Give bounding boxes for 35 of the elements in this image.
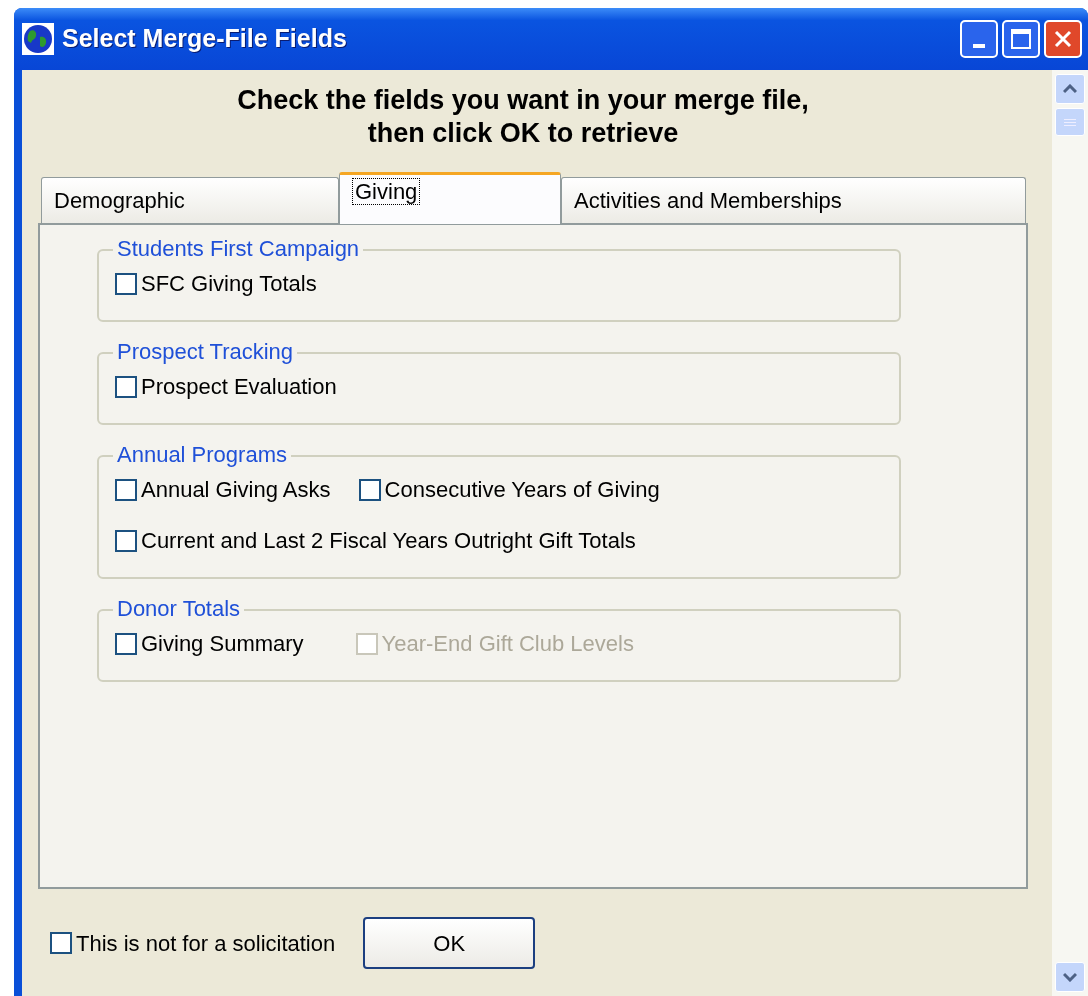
minimize-icon — [973, 44, 985, 48]
checkbox-label: Annual Giving Asks — [141, 476, 331, 504]
checkbox-label: Current and Last 2 Fiscal Years Outright Gift Totals — [141, 527, 636, 555]
checkbox[interactable] — [115, 632, 137, 655]
checkbox[interactable] — [358, 478, 381, 501]
chevron-down-icon — [1063, 972, 1077, 982]
maximize-icon — [1011, 29, 1031, 49]
close-button[interactable] — [1044, 20, 1082, 58]
checkbox-label: SFC Giving Totals — [141, 270, 317, 298]
checkbox[interactable] — [115, 478, 137, 501]
tab[interactable]: Demographic — [41, 177, 339, 223]
chevron-up-icon — [1063, 84, 1077, 94]
instruction-text: then click OK to retrieve — [367, 117, 679, 150]
scrollbar[interactable] — [1052, 70, 1088, 996]
checkbox-label: Prospect Evaluation — [141, 373, 337, 401]
checkbox[interactable] — [50, 932, 72, 954]
checkbox-label: Consecutive Years of Giving — [384, 476, 660, 504]
checkbox-label: Giving Summary — [141, 630, 304, 658]
checkbox[interactable] — [115, 529, 137, 552]
checkbox-label: Year-End Gift Club Levels — [381, 630, 634, 658]
minimize-button[interactable] — [960, 20, 998, 58]
instruction-text: Check the fields you want in your merge file, — [237, 84, 809, 117]
window-title: Select Merge-File Fields — [62, 23, 347, 55]
scroll-down-button[interactable] — [1055, 962, 1085, 992]
scroll-up-button[interactable] — [1055, 74, 1085, 104]
checkbox-label: This is not for a solicitation — [76, 929, 336, 958]
tab[interactable]: Activities and Memberships — [561, 177, 1026, 223]
ok-button[interactable]: OK — [363, 917, 536, 969]
checkbox[interactable] — [115, 272, 137, 295]
scroll-thumb[interactable] — [1055, 108, 1085, 136]
tab[interactable]: Giving — [339, 172, 561, 224]
maximize-button[interactable] — [1002, 20, 1040, 58]
checkbox[interactable] — [115, 375, 137, 398]
globe-icon — [22, 23, 54, 55]
close-icon — [1053, 29, 1073, 49]
